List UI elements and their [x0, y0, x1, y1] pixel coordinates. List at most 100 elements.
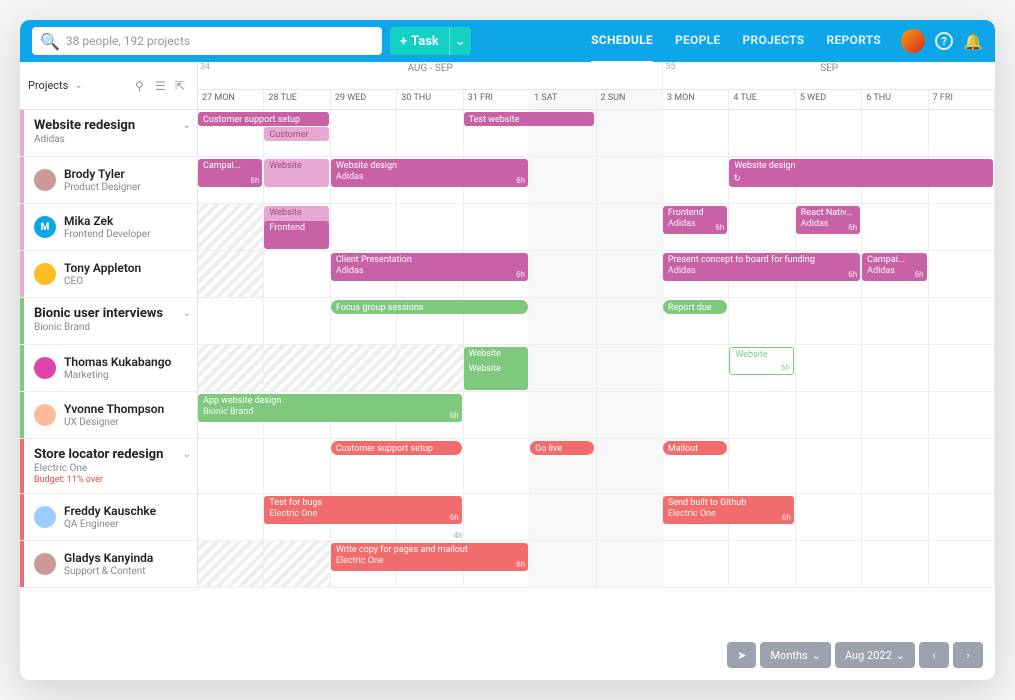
person-avatar[interactable]: [34, 404, 56, 426]
project-name[interactable]: Store locator redesign: [34, 447, 163, 462]
chevron-down-icon: ⌄: [812, 649, 821, 662]
task-bar[interactable]: Test website: [464, 112, 595, 126]
add-task-caret[interactable]: ⌄: [449, 27, 471, 55]
person-role: CEO: [64, 276, 141, 287]
task-bar[interactable]: Client PresentationAdidas6h: [331, 253, 528, 281]
person-avatar[interactable]: M: [34, 216, 56, 238]
search-box[interactable]: 🔍: [32, 27, 382, 55]
body: Projects ⌄ ⚲ ☰ ⇱ 34AUG - SEP35SEP 27 MON…: [20, 62, 995, 680]
day-header[interactable]: 28 TUE: [264, 90, 330, 109]
sidebar-label: Projects: [28, 79, 68, 92]
day-header[interactable]: 4 TUE: [729, 90, 795, 109]
chevron-down-icon: ⌄: [455, 34, 466, 49]
task-bar[interactable]: Mailout: [663, 441, 727, 455]
bell-icon[interactable]: 🔔: [963, 32, 983, 51]
calendar-header: 34AUG - SEP35SEP: [198, 62, 995, 90]
day-header[interactable]: 3 MON: [663, 90, 729, 109]
day-header[interactable]: 2 SUN: [597, 90, 663, 109]
project-client: Adidas: [34, 134, 135, 145]
footer-controls: ➤ Months ⌄ Aug 2022 ⌄ ‹ ›: [727, 642, 983, 668]
task-bar[interactable]: Customer: [264, 127, 328, 141]
person-avatar[interactable]: [34, 553, 56, 575]
help-icon[interactable]: ?: [935, 32, 953, 50]
person-name[interactable]: Yvonne Thompson: [64, 402, 164, 416]
plus-icon: +: [400, 34, 407, 49]
calendar-rows[interactable]: Website redesignAdidas ⌄ Customer support …: [20, 110, 995, 680]
task-bar[interactable]: Go live: [530, 441, 594, 455]
nav-reports[interactable]: REPORTS: [826, 20, 881, 64]
cursor-mode-button[interactable]: ➤: [727, 642, 756, 668]
day-header[interactable]: 1 SAT: [530, 90, 596, 109]
task-bar[interactable]: Send built to GithubElectric One6h: [663, 496, 794, 524]
day-header[interactable]: 6 THU: [862, 90, 928, 109]
task-bar[interactable]: Focus group sessions: [331, 300, 528, 314]
task-bar[interactable]: Customer support setup: [198, 112, 329, 126]
task-bar[interactable]: Write copy for pages and mailoutElectric…: [331, 543, 528, 571]
add-task-button[interactable]: +Task: [390, 27, 449, 55]
chevron-down-icon[interactable]: ⌄: [183, 308, 191, 319]
person-name[interactable]: Brody Tyler: [64, 167, 141, 181]
user-avatar[interactable]: [901, 29, 925, 53]
task-bar[interactable]: FrontendAdidas6h: [663, 206, 727, 234]
project-budget: Budget: 11% over: [34, 475, 163, 485]
nav-people[interactable]: PEOPLE: [675, 20, 721, 64]
day-header[interactable]: 7 FRI: [929, 90, 995, 109]
person-name[interactable]: Thomas Kukabango: [64, 355, 171, 369]
person-name[interactable]: Tony Appleton: [64, 261, 141, 275]
nav-schedule[interactable]: SCHEDULE: [591, 20, 653, 64]
person-name[interactable]: Gladys Kanyinda: [64, 551, 153, 565]
search-input[interactable]: [66, 34, 374, 48]
task-bar[interactable]: Website designAdidas6h: [331, 159, 528, 187]
prev-button[interactable]: ‹: [919, 642, 949, 668]
day-header[interactable]: 29 WED: [331, 90, 397, 109]
search-icon: 🔍: [40, 32, 60, 51]
zoom-mode-button[interactable]: Months ⌄: [760, 642, 831, 668]
chevron-down-icon[interactable]: ⌄: [74, 80, 82, 91]
day-header[interactable]: 30 THU: [397, 90, 463, 109]
task-bar[interactable]: Test for bugsElectric One6h: [264, 496, 461, 524]
task-bar[interactable]: Website: [464, 362, 528, 390]
chevron-down-icon[interactable]: ⌄: [183, 120, 191, 131]
person-avatar[interactable]: [34, 169, 56, 191]
person-name[interactable]: Mika Zek: [64, 214, 150, 228]
task-bar[interactable]: Report due: [663, 300, 727, 314]
app-window: 🔍 +Task ⌄ SCHEDULE PEOPLE PROJECTS REPOR…: [20, 20, 995, 680]
week-header: 35SEP: [662, 62, 995, 89]
main-nav: SCHEDULE PEOPLE PROJECTS REPORTS: [591, 20, 881, 64]
person-avatar[interactable]: [34, 263, 56, 285]
next-button[interactable]: ›: [953, 642, 983, 668]
person-role: Frontend Developer: [64, 229, 150, 240]
nav-projects[interactable]: PROJECTS: [742, 20, 804, 64]
sidebar-header: Projects ⌄ ⚲ ☰ ⇱: [20, 62, 198, 110]
task-bar[interactable]: App website designBionic Brand6h: [198, 394, 462, 422]
day-header[interactable]: 5 WED: [796, 90, 862, 109]
person-name[interactable]: Freddy Kauschke: [64, 504, 156, 518]
project-name[interactable]: Bionic user interviews: [34, 306, 163, 321]
person-role: Marketing: [64, 370, 171, 381]
person-avatar[interactable]: [34, 506, 56, 528]
person-avatar[interactable]: [34, 357, 56, 379]
task-bar[interactable]: Website: [264, 159, 328, 187]
calendar-days: 27 MON28 TUE29 WED30 THU31 FRI1 SAT2 SUN…: [198, 90, 995, 110]
task-bar[interactable]: Frontend: [264, 221, 328, 249]
day-header[interactable]: 31 FRI: [464, 90, 530, 109]
chevron-down-icon[interactable]: ⌄: [183, 449, 191, 460]
project-name[interactable]: Website redesign: [34, 118, 135, 133]
day-header[interactable]: 27 MON: [198, 90, 264, 109]
filter-icon[interactable]: ⚲: [135, 79, 149, 93]
list-icon[interactable]: ☰: [155, 79, 169, 93]
task-bar[interactable]: Present concept to board for fundingAdid…: [663, 253, 860, 281]
task-bar[interactable]: React Native AssetsAdidas6h: [796, 206, 860, 234]
week-header: 34AUG - SEP: [198, 62, 662, 89]
topbar: 🔍 +Task ⌄ SCHEDULE PEOPLE PROJECTS REPOR…: [20, 20, 995, 62]
task-bar[interactable]: Website6h: [729, 347, 793, 375]
person-role: QA Engineer: [64, 519, 156, 530]
share-icon[interactable]: ⇱: [175, 79, 189, 93]
person-role: UX Designer: [64, 417, 164, 428]
task-bar[interactable]: Customer support setup: [331, 441, 462, 455]
chevron-down-icon: ⌄: [896, 649, 905, 662]
task-bar[interactable]: Campai...Adidas6h: [862, 253, 926, 281]
task-bar[interactable]: Website design↻: [729, 159, 993, 187]
date-range-button[interactable]: Aug 2022 ⌄: [835, 642, 915, 668]
task-bar[interactable]: Campai...6h: [198, 159, 262, 187]
